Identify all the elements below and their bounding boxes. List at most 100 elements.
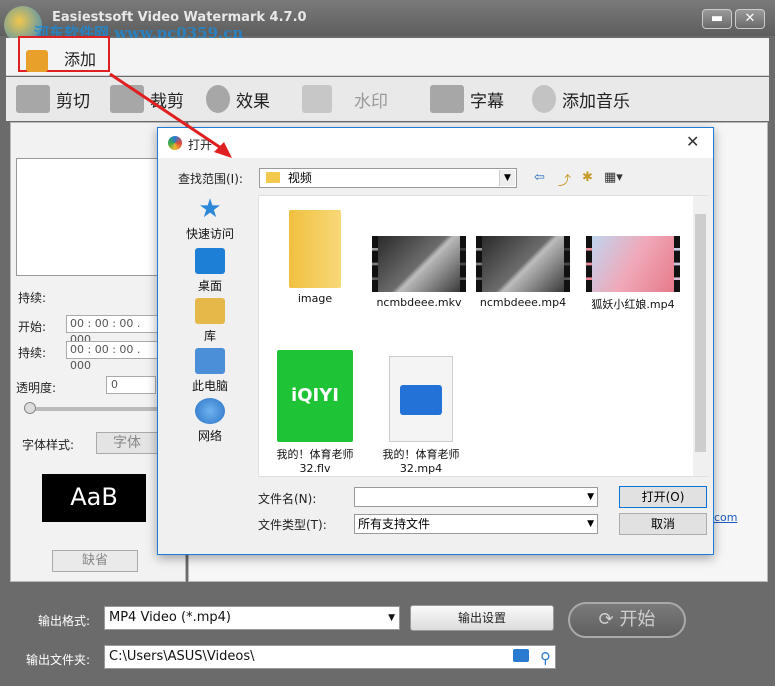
- app-window: Easiestsoft Video Watermark 4.7.0 ▬ ✕ 河东…: [0, 0, 775, 686]
- tool-effect[interactable]: 效果: [206, 83, 270, 115]
- tool-watermark-label: 水印: [354, 91, 388, 112]
- tool-music-label: 添加音乐: [562, 91, 630, 112]
- file-item[interactable]: iQIYI 我的！体育老师32.flv: [265, 350, 365, 475]
- file-item[interactable]: image: [265, 210, 365, 305]
- duration-label: 持续:: [18, 291, 47, 305]
- file-item[interactable]: ncmbdeee.mkv: [369, 236, 469, 309]
- file-list: image ncmbdeee.mkv ncmbdeee.mp4 狐妖小红娘.mp…: [258, 195, 708, 477]
- output-settings-button[interactable]: 输出设置: [410, 605, 554, 631]
- output-folder-value: C:\Users\ASUS\Videos\: [109, 649, 255, 664]
- dialog-title-bar: 打开 ✕: [158, 128, 713, 158]
- folder-open-icon[interactable]: [513, 649, 529, 662]
- font-button[interactable]: 字体: [96, 432, 158, 454]
- file-name: 狐妖小红娘.mp4: [591, 298, 675, 311]
- tool-subtitle-label: 字幕: [470, 91, 504, 112]
- place-quick-access[interactable]: ★ 快速访问: [178, 196, 242, 242]
- tool-effect-label: 效果: [236, 91, 270, 112]
- subtitle-icon: [430, 85, 464, 113]
- scrollbar-thumb[interactable]: [695, 214, 706, 452]
- star-icon: ★: [198, 194, 222, 224]
- file-name: 我的！体育老师32.flv: [276, 448, 354, 475]
- output-folder-input[interactable]: C:\Users\ASUS\Videos\ ⚲: [104, 645, 556, 669]
- filetype-select[interactable]: 所有支持文件 ▼: [354, 514, 598, 534]
- open-button[interactable]: 打开(O): [619, 486, 707, 508]
- opacity-slider-handle[interactable]: [24, 402, 36, 414]
- place-label: 库: [203, 329, 216, 343]
- file-item[interactable]: ncmbdeee.mp4: [473, 236, 573, 309]
- start-time-input[interactable]: 00 : 00 : 00 . 000: [66, 315, 158, 346]
- filetype-value: 所有支持文件: [358, 517, 431, 531]
- chevron-down-icon: ▼: [587, 519, 594, 529]
- dialog-close-icon[interactable]: ✕: [686, 132, 699, 151]
- effect-icon: [206, 85, 230, 113]
- search-icon[interactable]: ⚲: [540, 647, 551, 669]
- iqiyi-icon: iQIYI: [277, 350, 353, 442]
- folder-icon: [289, 210, 341, 288]
- back-icon[interactable]: ⇦: [534, 170, 545, 185]
- cancel-button[interactable]: 取消: [619, 513, 707, 535]
- add-button-label: 添加: [64, 50, 97, 69]
- start-label: 开始:: [18, 320, 47, 334]
- file-name: ncmbdeee.mkv: [376, 296, 462, 309]
- look-in-label: 查找范围(I):: [178, 172, 243, 186]
- file-item[interactable]: 狐妖小红娘.mp4: [577, 236, 689, 312]
- dialog-title: 打开: [188, 138, 213, 152]
- tool-watermark[interactable]: 水印: [302, 83, 388, 115]
- video-thumbnail: [476, 236, 570, 292]
- view-menu-icon[interactable]: ▦▾: [604, 170, 623, 185]
- file-name: 我的！体育老师32.mp4: [382, 448, 460, 475]
- filename-input[interactable]: ▼: [354, 487, 598, 507]
- chevron-down-icon: ▼: [388, 613, 395, 623]
- tool-cut-label: 剪切: [56, 91, 90, 112]
- opacity-spinner[interactable]: 0: [106, 376, 156, 394]
- tool-music[interactable]: 添加音乐: [532, 83, 630, 115]
- new-folder-icon[interactable]: ✱: [582, 170, 593, 185]
- chevron-down-icon: ▼: [499, 170, 515, 186]
- place-network[interactable]: 网络: [178, 398, 242, 444]
- output-format-select[interactable]: MP4 Video (*.mp4) ▼: [104, 606, 400, 630]
- place-label: 桌面: [197, 279, 222, 293]
- duration2-label: 持续:: [18, 346, 47, 360]
- library-icon: [195, 298, 225, 324]
- minimize-button[interactable]: ▬: [702, 9, 732, 29]
- duration-time-input[interactable]: 00 : 00 : 00 . 000: [66, 341, 158, 372]
- preview-box: [16, 158, 168, 276]
- start-button[interactable]: ⟳ 开始: [568, 602, 686, 638]
- file-item[interactable]: 我的！体育老师32.mp4: [371, 356, 471, 475]
- output-folder-label: 输出文件夹:: [26, 653, 91, 667]
- video-thumbnail: [586, 236, 680, 292]
- look-in-value: 视频: [287, 171, 312, 185]
- link-fragment[interactable]: com: [714, 511, 738, 524]
- toolbar: 剪切 裁剪 效果 水印 字幕 添加音乐: [6, 77, 769, 121]
- look-in-select[interactable]: 视频 ▼: [259, 168, 517, 188]
- font-style-label: 字体样式:: [22, 438, 75, 452]
- output-format-label: 输出格式:: [38, 614, 91, 628]
- opacity-slider[interactable]: [24, 407, 158, 411]
- output-format-value: MP4 Video (*.mp4): [109, 610, 231, 625]
- file-list-scrollbar[interactable]: [693, 196, 708, 476]
- file-name: image: [297, 292, 333, 305]
- watermark-drop-icon: [302, 85, 332, 113]
- default-button[interactable]: 缺省: [52, 550, 138, 572]
- start-button-label: 开始: [619, 609, 656, 630]
- up-folder-icon[interactable]: ⤴: [558, 170, 571, 189]
- font-preview: AaB: [42, 474, 146, 522]
- add-file-icon: [26, 50, 48, 72]
- place-label: 此电脑: [191, 379, 228, 393]
- close-button[interactable]: ✕: [735, 9, 765, 29]
- tool-subtitle[interactable]: 字幕: [430, 83, 504, 115]
- place-library[interactable]: 库: [178, 298, 242, 344]
- computer-icon: [195, 348, 225, 374]
- filename-label: 文件名(N):: [258, 492, 317, 506]
- opacity-label: 透明度:: [16, 381, 57, 395]
- add-button[interactable]: 添加: [18, 36, 110, 72]
- place-desktop[interactable]: 桌面: [178, 248, 242, 294]
- tool-cut[interactable]: 剪切: [16, 83, 90, 115]
- open-file-dialog: 打开 ✕ 查找范围(I): 视频 ▼ ⇦ ⤴ ✱ ▦▾ ★ 快速访问 桌面 库 此…: [157, 127, 714, 555]
- video-thumbnail: [372, 236, 466, 292]
- place-this-pc[interactable]: 此电脑: [178, 348, 242, 394]
- network-icon: [195, 398, 225, 424]
- tool-crop-label: 裁剪: [150, 91, 184, 112]
- file-name: ncmbdeee.mp4: [479, 296, 567, 309]
- tool-crop[interactable]: 裁剪: [110, 83, 184, 115]
